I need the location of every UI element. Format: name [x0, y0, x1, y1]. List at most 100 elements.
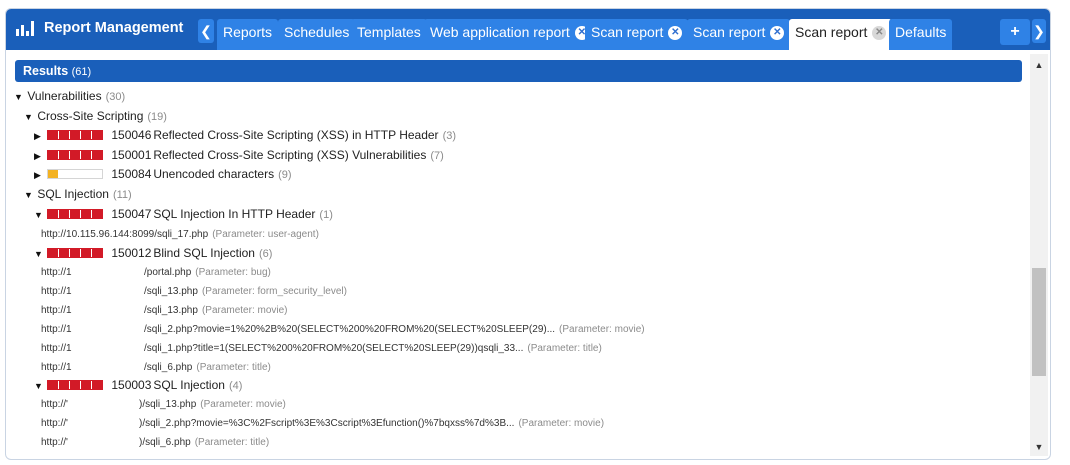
url-host: http://' [41, 418, 68, 429]
url-param: (Parameter: user-agent) [212, 229, 319, 240]
bar-chart-icon [16, 20, 34, 36]
url-row[interactable]: http://1 /sqli_2.php?movie=1%20%2B%20(SE… [6, 320, 1026, 339]
qid: 150003 [111, 378, 152, 392]
results-count: (61) [71, 66, 92, 78]
tab-defaults[interactable]: Defaults [889, 19, 953, 50]
add-tab-button[interactable]: + [1000, 19, 1030, 45]
results-header[interactable]: Results (61) [15, 60, 1022, 82]
close-icon[interactable]: ✕ [872, 26, 887, 40]
url-param: (Parameter: movie) [200, 399, 286, 410]
vuln-title: Blind SQL Injection [153, 246, 255, 260]
results-label: Results [23, 64, 69, 78]
url-path-group: /sqli_13.php (Parameter: movie) [144, 301, 288, 320]
triangle-down-icon[interactable]: ▼ [34, 245, 44, 264]
app-title: Report Management [44, 20, 184, 36]
vuln-title: SQL Injection [153, 378, 225, 392]
url-row[interactable]: http://' )/sqli_13.php (Parameter: movie) [6, 395, 1026, 414]
url-row[interactable]: http://1 /sqli_13.php (Parameter: form_se… [6, 282, 1026, 301]
url-host: http://' [41, 399, 68, 410]
vuln-row[interactable]: ▼ 150047 SQL Injection In HTTP Header (1) [34, 205, 333, 224]
vuln-count: (4) [228, 380, 243, 392]
vuln-row[interactable]: ▶ 150046 Reflected Cross-Site Scripting (… [34, 126, 456, 145]
triangle-down-icon[interactable]: ▼ [24, 186, 34, 205]
url-path: )/sqli_2.php?movie=%3C%2Fscript%3E%3Cscr… [139, 418, 515, 429]
triangle-down-icon[interactable]: ▼ [24, 108, 34, 127]
tab-scan-report-1[interactable]: Scan report ✕ [585, 19, 689, 50]
url-host: http://1 [41, 324, 72, 335]
qid: 150012 [111, 246, 152, 260]
tab-web-application-report[interactable]: Web application report ✕ [424, 19, 595, 50]
scrollbar-thumb[interactable] [1032, 268, 1046, 376]
vuln-title: Reflected Cross-Site Scripting (XSS) in … [153, 128, 439, 142]
url-row[interactable]: http://1 /sqli_1.php?title=1(SELECT%200%… [6, 339, 1026, 358]
url-path-group: )/sqli_2.php?movie=%3C%2Fscript%3E%3Cscr… [139, 414, 604, 433]
vuln-row[interactable]: ▶ 150084 Unencoded characters (9) [34, 165, 292, 184]
vuln-count: (7) [430, 150, 444, 162]
tab-schedules[interactable]: Schedules [278, 19, 356, 50]
vuln-row[interactable]: ▼ 150012 Blind SQL Injection (6) [34, 244, 272, 263]
vuln-count: (6) [258, 248, 273, 260]
url-path: /sqli_13.php [144, 305, 198, 316]
severity-1-icon [47, 169, 104, 179]
tab-scan-report-active[interactable]: Scan report ✕ [789, 19, 893, 52]
url-path-group: /sqli_2.php?movie=1%20%2B%20(SELECT%200%… [144, 320, 645, 339]
url-row[interactable]: http://10.115.96.144:8099/sqli_17.php (Pa… [41, 224, 319, 243]
url-path-group: /sqli_6.php (Parameter: title) [144, 358, 271, 377]
severity-5-icon [47, 380, 104, 390]
tree-node-sql-injection[interactable]: ▼ SQL Injection (11) [24, 185, 132, 204]
url-param: (Parameter: form_security_level) [201, 286, 347, 297]
url-param: (Parameter: movie) [201, 305, 288, 316]
triangle-down-icon[interactable]: ▼ [14, 88, 24, 107]
scroll-down-icon[interactable]: ▼ [1030, 440, 1048, 454]
tab-templates[interactable]: Templates [351, 19, 427, 50]
vuln-count: (3) [442, 130, 457, 142]
url-row[interactable]: http://1 /sqli_13.php (Parameter: movie) [6, 301, 1026, 320]
url-row[interactable]: http://' )/sqli_6.php (Parameter: title) [6, 433, 1026, 452]
url-param: (Parameter: title) [196, 362, 271, 373]
triangle-down-icon[interactable]: ▼ [34, 377, 44, 396]
vuln-row[interactable]: ▼ 150003 SQL Injection (4) [34, 376, 242, 395]
vuln-count: (1) [319, 209, 333, 221]
url-row[interactable]: http://1 /sqli_6.php (Parameter: title) [6, 358, 1026, 377]
severity-5-icon [47, 130, 104, 140]
severity-5-icon [47, 150, 104, 160]
qid: 150046 [111, 128, 152, 142]
url-row[interactable]: http://1 /portal.php (Parameter: bug) [6, 263, 1026, 282]
tree-node-vulnerabilities[interactable]: ▼ Vulnerabilities (30) [14, 87, 125, 106]
url-row[interactable]: http://' )/sqli_2.php?movie=%3C%2Fscript… [6, 414, 1026, 433]
close-icon[interactable]: ✕ [668, 26, 683, 40]
tab-scan-report-2[interactable]: Scan report ✕ [687, 19, 791, 50]
close-icon[interactable]: ✕ [770, 26, 785, 40]
triangle-right-icon[interactable]: ▶ [34, 166, 44, 185]
url-host: http://1 [41, 305, 72, 316]
severity-5-icon [47, 248, 104, 258]
url-host: http://1 [41, 362, 72, 373]
triangle-right-icon[interactable]: ▶ [34, 147, 44, 166]
tree-node-xss[interactable]: ▼ Cross-Site Scripting (19) [24, 107, 167, 126]
triangle-down-icon[interactable]: ▼ [34, 206, 44, 225]
report-window: Report Management ❮ Reports Schedules Te… [5, 8, 1051, 460]
scroll-tabs-right-icon[interactable]: ❯ [1032, 19, 1046, 43]
vertical-scrollbar[interactable]: ▲ ▼ [1030, 54, 1048, 456]
vuln-row[interactable]: ▶ 150001 Reflected Cross-Site Scripting (… [34, 146, 444, 165]
url-path: /sqli_6.php [144, 362, 193, 373]
app-brand: Report Management [16, 17, 183, 39]
url-path-group: /portal.php (Parameter: bug) [144, 263, 271, 282]
qid: 150084 [111, 167, 152, 181]
triangle-right-icon[interactable]: ▶ [34, 127, 44, 146]
vuln-title: Unencoded characters [153, 167, 275, 181]
vuln-title: Reflected Cross-Site Scripting (XSS) Vul… [153, 148, 427, 162]
url-path-group: )/sqli_13.php (Parameter: movie) [139, 395, 286, 414]
tree-node-count: (19) [147, 111, 167, 123]
tree-node-label: Cross-Site Scripting [37, 109, 144, 123]
tree-node-count: (11) [112, 189, 132, 201]
scroll-tabs-left-icon[interactable]: ❮ [198, 19, 214, 43]
url-path: /portal.php [144, 267, 192, 278]
url-host: http://1 [41, 267, 72, 278]
scroll-up-icon[interactable]: ▲ [1030, 58, 1048, 72]
qid: 150001 [111, 148, 152, 162]
tab-reports[interactable]: Reports [217, 19, 279, 50]
tree-node-count: (30) [105, 91, 126, 103]
url-path: )/sqli_13.php [139, 399, 197, 410]
url-path-group: /sqli_1.php?title=1(SELECT%200%20FROM%20… [144, 339, 602, 358]
